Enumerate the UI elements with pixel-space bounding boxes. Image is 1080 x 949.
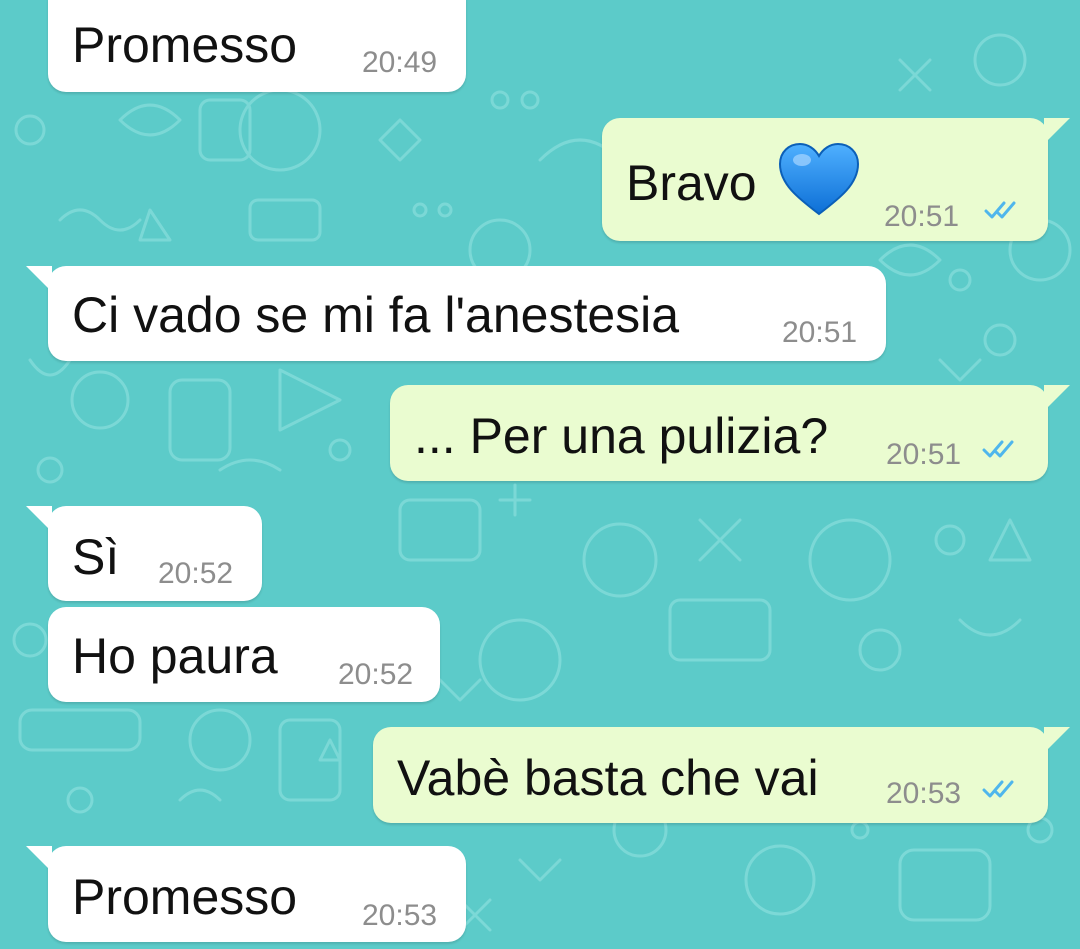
bubble-tail <box>26 846 52 872</box>
bubble-tail <box>1044 727 1070 753</box>
incoming-message[interactable]: Ho paura 20:52 <box>48 607 440 702</box>
message-time: 20:51 <box>782 316 858 349</box>
read-ticks-icon <box>982 780 1014 798</box>
message-time: 20:49 <box>362 46 438 79</box>
message-text: Ho paura <box>72 628 278 684</box>
outgoing-message[interactable]: Vabè basta che vai 20:53 <box>373 727 1070 823</box>
bubble-tail <box>1044 385 1070 411</box>
message-text: Vabè basta che vai <box>397 750 819 806</box>
incoming-message[interactable]: Sì 20:52 <box>26 506 262 601</box>
message-text: ... Per una pulizia? <box>414 408 829 464</box>
incoming-message[interactable]: Promesso 20:49 <box>48 0 466 92</box>
read-ticks-icon <box>982 440 1014 458</box>
incoming-message[interactable]: Ci vado se mi fa l'anestesia 20:51 <box>26 266 886 361</box>
blue-heart-icon <box>778 142 860 216</box>
message-text: Ci vado se mi fa l'anestesia <box>72 287 680 343</box>
chat-thread: Promesso 20:49 Bravo 20:51 Ci vado se mi… <box>0 0 1080 949</box>
message-text: Promesso <box>72 869 298 925</box>
message-time: 20:52 <box>338 658 414 691</box>
message-time: 20:51 <box>886 438 962 471</box>
message-text: Promesso <box>72 17 298 73</box>
outgoing-message[interactable]: Bravo 20:51 <box>602 118 1070 241</box>
bubble-tail <box>1044 118 1070 144</box>
message-text: Sì <box>72 529 120 585</box>
bubble-tail <box>26 266 52 292</box>
message-time: 20:52 <box>158 557 234 590</box>
bubble-tail <box>26 506 52 532</box>
message-text: Bravo <box>626 155 757 211</box>
incoming-message[interactable]: Promesso 20:53 <box>26 846 466 942</box>
message-time: 20:53 <box>362 899 438 932</box>
message-time: 20:51 <box>884 200 960 233</box>
outgoing-message[interactable]: ... Per una pulizia? 20:51 <box>390 385 1070 481</box>
read-ticks-icon <box>984 201 1016 219</box>
message-time: 20:53 <box>886 777 962 810</box>
